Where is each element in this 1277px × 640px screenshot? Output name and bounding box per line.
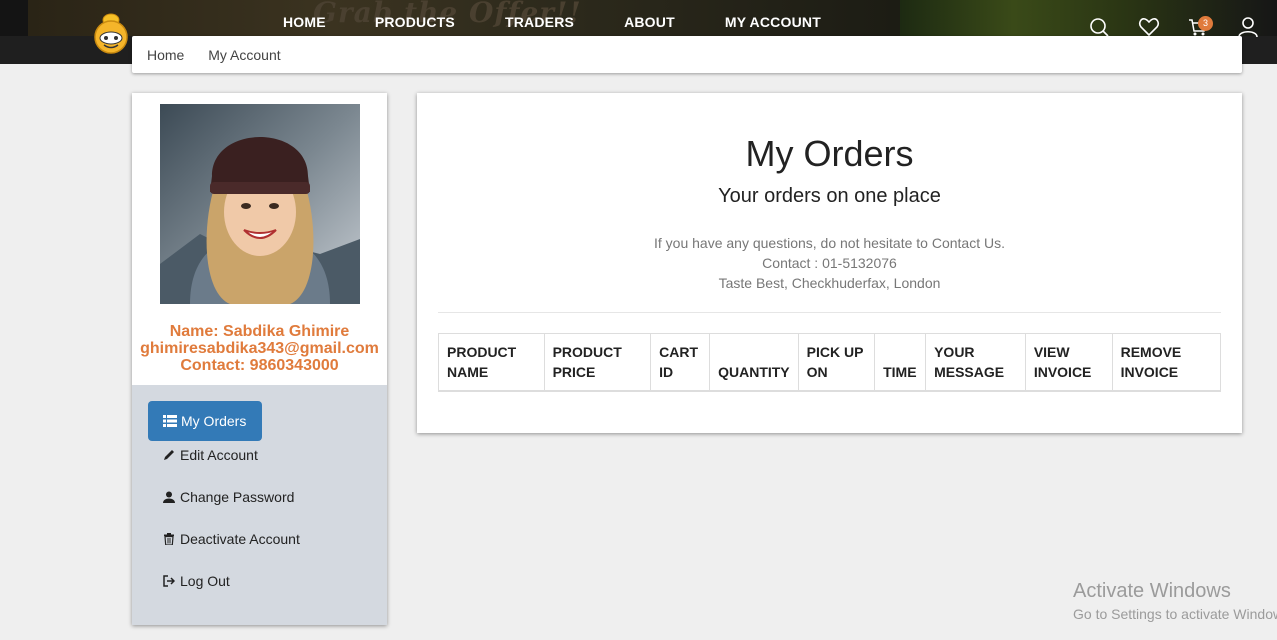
nav-about[interactable]: ABOUT (624, 14, 675, 30)
menu-log-out[interactable]: Log Out (163, 573, 230, 589)
avatar (160, 104, 360, 304)
page-title: My Orders (745, 133, 914, 174)
user-icon (163, 491, 175, 503)
col-your-message: YOUR MESSAGE (925, 333, 1026, 392)
account-menu: My Orders Edit Account Change Password D… (132, 385, 387, 625)
user-icon[interactable] (1237, 16, 1259, 38)
cart-count-badge: 3 (1198, 16, 1213, 31)
watermark-subtitle: Go to Settings to activate Windows. (1073, 606, 1277, 622)
trash-icon (164, 533, 174, 545)
page-subtitle: Your orders on one place (718, 185, 941, 207)
col-view-invoice: VIEW INVOICE (1024, 333, 1113, 392)
col-time: TIME (874, 333, 927, 392)
profile-info: Name: Sabdika Ghimire ghimiresabdika343@… (132, 323, 387, 374)
nav-products[interactable]: PRODUCTS (375, 14, 455, 30)
menu-my-orders[interactable]: My Orders (148, 401, 262, 441)
watermark-title: Activate Windows (1073, 580, 1231, 602)
nav-my-account[interactable]: MY ACCOUNT (725, 14, 821, 30)
menu-edit-account[interactable]: Edit Account (163, 447, 258, 463)
profile-contact: Contact: 9860343000 (180, 357, 339, 374)
contact-line-questions: If you have any questions, do not hesita… (654, 235, 1005, 251)
menu-edit-account-label: Edit Account (180, 447, 258, 463)
table-header-row: PRODUCT NAME PRODUCT PRICE CART ID QUANTITY… (438, 333, 1222, 392)
menu-log-out-label: Log Out (180, 573, 230, 589)
breadcrumb-my-account[interactable]: My Account (208, 47, 280, 63)
site-logo[interactable] (92, 10, 130, 54)
breadcrumb-home[interactable]: Home (147, 47, 184, 63)
search-icon[interactable] (1089, 16, 1111, 38)
profile-name: Name: Sabdika Ghimire (169, 323, 350, 340)
heart-icon[interactable] (1138, 16, 1160, 38)
col-product-price: PRODUCT PRICE (543, 333, 652, 392)
col-cart-id: CART ID (650, 333, 711, 392)
contact-line-phone: Contact : 01-5132076 (762, 255, 897, 271)
contact-line-address: Taste Best, Checkhuderfax, London (718, 275, 941, 291)
nav-home[interactable]: HOME (283, 14, 326, 30)
activate-windows-watermark: Activate Windows Go to Settings to activ… (1073, 580, 1277, 622)
main-nav: HOME PRODUCTS TRADERS ABOUT MY ACCOUNT (283, 14, 821, 30)
menu-deactivate-account-label: Deactivate Account (180, 531, 300, 547)
pencil-icon (164, 450, 174, 460)
orders-table: PRODUCT NAME PRODUCT PRICE CART ID QUANTITY… (438, 333, 1222, 392)
menu-change-password-label: Change Password (180, 489, 295, 505)
orders-card: My Orders Your orders on one place If yo… (417, 93, 1242, 433)
col-product-name: PRODUCT NAME (438, 333, 545, 392)
menu-my-orders-label: My Orders (181, 413, 247, 429)
nav-traders[interactable]: TRADERS (505, 14, 574, 30)
col-pick-up-on: PICK UP ON (797, 333, 876, 392)
menu-deactivate-account[interactable]: Deactivate Account (163, 531, 300, 547)
breadcrumb-card: Home My Account (132, 36, 1242, 73)
col-remove-invoice: REMOVE INVOICE (1111, 333, 1222, 392)
contact-info: If you have any questions, do not hesita… (417, 233, 1242, 293)
list-icon (163, 415, 177, 427)
profile-sidebar: Name: Sabdika Ghimire ghimiresabdika343@… (132, 93, 387, 625)
col-quantity: QUANTITY (709, 333, 799, 392)
profile-email: ghimiresabdika343@gmail.com (140, 340, 379, 357)
divider (438, 312, 1221, 313)
breadcrumb: Home My Account (147, 47, 301, 63)
menu-change-password[interactable]: Change Password (163, 489, 294, 505)
logout-icon (163, 575, 175, 587)
